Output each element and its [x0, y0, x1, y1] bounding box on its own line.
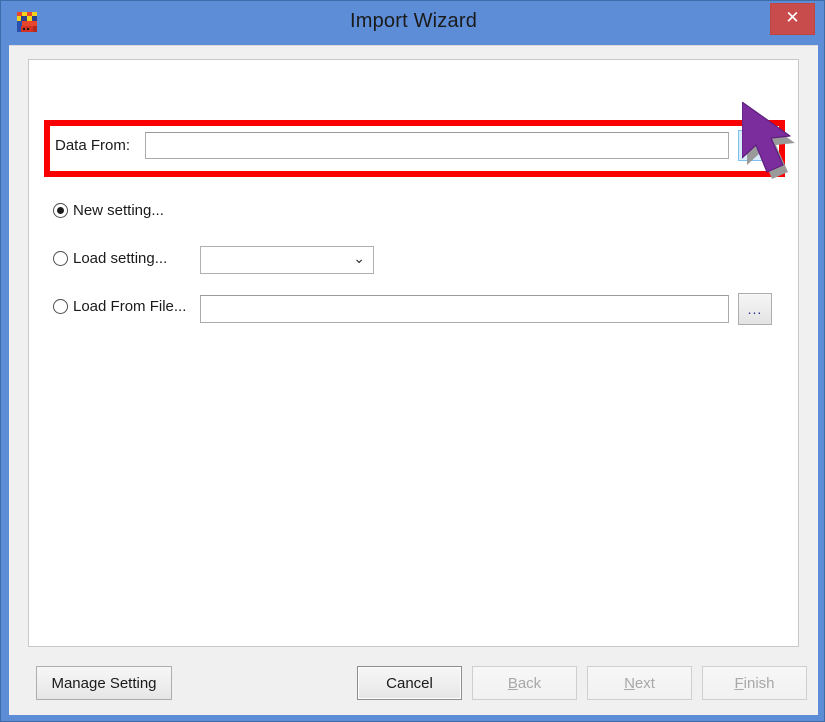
data-from-label: Data From:: [55, 137, 131, 154]
cancel-button[interactable]: Cancel: [357, 666, 462, 700]
finish-accel: F: [734, 674, 744, 692]
window-title: Import Wizard: [349, 10, 478, 32]
import-wizard-window: Import Wizard ✕ Data From: ... New setti…: [0, 0, 825, 722]
next-accel: N: [624, 674, 635, 692]
data-from-input[interactable]: [145, 132, 729, 159]
close-icon: ✕: [785, 8, 800, 28]
load-from-file-browse-button[interactable]: ...: [738, 293, 772, 325]
next-rest: ext: [634, 674, 655, 692]
close-button[interactable]: ✕: [770, 3, 815, 35]
manage-setting-button[interactable]: Manage Setting: [36, 666, 172, 700]
back-accel: B: [507, 674, 518, 692]
ellipsis-icon: ...: [747, 137, 763, 154]
radio-load-from-file[interactable]: Load From File...: [53, 298, 186, 315]
radio-load-setting[interactable]: Load setting...: [53, 250, 167, 267]
radio-new-setting-label: New setting...: [73, 202, 164, 219]
radio-new-setting[interactable]: New setting...: [53, 202, 164, 219]
radio-load-from-file-label: Load From File...: [73, 298, 187, 315]
finish-button: Finish: [702, 666, 807, 700]
setting-combo-box[interactable]: ⌄: [200, 246, 374, 274]
finish-rest: inish: [743, 674, 775, 692]
radio-new-setting-circle[interactable]: [53, 203, 68, 218]
radio-load-from-file-circle[interactable]: [53, 299, 68, 314]
ellipsis-icon: ...: [747, 301, 763, 317]
chevron-down-icon: ⌄: [353, 251, 365, 267]
data-from-browse-button[interactable]: ...: [738, 130, 772, 161]
load-from-file-input[interactable]: [200, 295, 729, 323]
dialog-body: Data From: ... New setting... Load setti…: [9, 45, 818, 715]
radio-load-setting-circle[interactable]: [53, 251, 68, 266]
back-rest: ack: [517, 674, 542, 692]
radio-load-setting-label: Load setting...: [73, 250, 168, 267]
next-button: Next: [587, 666, 692, 700]
back-button: Back: [472, 666, 577, 700]
title-bar[interactable]: Import Wizard ✕: [1, 1, 824, 49]
